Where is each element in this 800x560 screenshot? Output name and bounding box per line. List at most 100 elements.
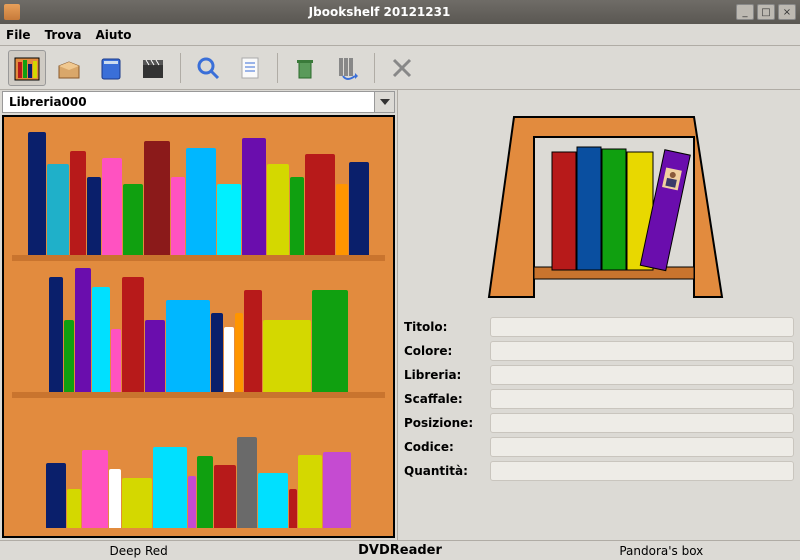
shelf-book[interactable] xyxy=(111,329,121,392)
shelf-book[interactable] xyxy=(92,287,110,391)
toolbar xyxy=(0,46,800,90)
shelf-book[interactable] xyxy=(211,313,223,391)
status-center: DVDReader xyxy=(269,543,530,558)
shelf-book[interactable] xyxy=(109,469,121,528)
shelf-book[interactable] xyxy=(258,473,288,528)
shelf-book[interactable] xyxy=(144,141,170,256)
menu-file[interactable]: File xyxy=(6,28,31,42)
details-form: Titolo: Colore: Libreria: Scaffale: Posi… xyxy=(404,317,794,481)
shelf-book[interactable] xyxy=(214,465,236,528)
shelf-book[interactable] xyxy=(336,184,348,256)
status-right: Pandora's box xyxy=(531,544,792,558)
label-colore: Colore: xyxy=(404,344,484,358)
toolbar-search-button[interactable] xyxy=(189,50,227,86)
shelf-book[interactable] xyxy=(70,151,86,255)
shelf-row xyxy=(12,398,385,528)
shelf-book[interactable] xyxy=(102,158,122,256)
book-icon xyxy=(97,54,125,82)
shelf-book[interactable] xyxy=(237,437,257,528)
shelf-book[interactable] xyxy=(47,164,69,255)
shelf-book[interactable] xyxy=(323,452,351,528)
shelf-book[interactable] xyxy=(298,455,322,528)
shelf-row xyxy=(12,261,385,397)
close-button[interactable]: × xyxy=(778,4,796,20)
shelf-book[interactable] xyxy=(122,277,144,392)
field-codice[interactable] xyxy=(490,437,794,457)
status-left: Deep Red xyxy=(8,544,269,558)
field-colore[interactable] xyxy=(490,341,794,361)
toolbar-delete-button[interactable] xyxy=(383,50,421,86)
shelf-book[interactable] xyxy=(235,313,243,391)
shelf-book[interactable] xyxy=(87,177,101,255)
toolbar-book-button[interactable] xyxy=(92,50,130,86)
shelf-book[interactable] xyxy=(75,268,91,392)
shelf-book[interactable] xyxy=(224,327,234,392)
shelf-book[interactable] xyxy=(166,300,210,391)
shelf-book[interactable] xyxy=(349,162,369,256)
library-icon xyxy=(13,54,41,82)
shelf-book[interactable] xyxy=(263,320,311,392)
box-icon xyxy=(55,54,83,82)
field-libreria[interactable] xyxy=(490,365,794,385)
toolbar-box-button[interactable] xyxy=(50,50,88,86)
shelf-book[interactable] xyxy=(123,184,143,256)
status-bar: Deep Red DVDReader Pandora's box xyxy=(0,540,800,560)
search-icon xyxy=(194,54,222,82)
toolbar-library-button[interactable] xyxy=(8,50,46,86)
label-posizione: Posizione: xyxy=(404,416,484,430)
toolbar-clapper-button[interactable] xyxy=(134,50,172,86)
shelf-book[interactable] xyxy=(290,177,304,255)
toolbar-return-button[interactable] xyxy=(328,50,366,86)
app-icon xyxy=(4,4,20,20)
shelf-book[interactable] xyxy=(188,476,196,528)
shelf-book[interactable] xyxy=(122,478,152,528)
shelf-book[interactable] xyxy=(217,184,241,256)
shelf-book[interactable] xyxy=(153,447,187,528)
field-posizione[interactable] xyxy=(490,413,794,433)
shelf-row xyxy=(12,125,385,261)
maximize-button[interactable]: □ xyxy=(757,4,775,20)
window-title: Jbookshelf 20121231 xyxy=(26,5,733,19)
toolbar-separator xyxy=(180,53,181,83)
shelf-book[interactable] xyxy=(171,177,185,255)
shelf-book[interactable] xyxy=(49,277,63,392)
field-scaffale[interactable] xyxy=(490,389,794,409)
minimize-button[interactable]: _ xyxy=(736,4,754,20)
toolbar-trash-button[interactable] xyxy=(286,50,324,86)
menu-aiuto[interactable]: Aiuto xyxy=(96,28,132,42)
shelf-book[interactable] xyxy=(267,164,289,255)
label-libreria: Libreria: xyxy=(404,368,484,382)
chevron-down-icon xyxy=(380,99,390,105)
field-titolo[interactable] xyxy=(490,317,794,337)
menu-bar: File Trova Aiuto xyxy=(0,24,800,46)
label-quantita: Quantità: xyxy=(404,464,484,478)
field-quantita[interactable] xyxy=(490,461,794,481)
library-select-arrow[interactable] xyxy=(374,92,394,112)
shelf-book[interactable] xyxy=(28,132,46,256)
trash-icon xyxy=(291,54,319,82)
shelf-book[interactable] xyxy=(46,463,66,528)
shelf-book[interactable] xyxy=(242,138,266,255)
shelf-book[interactable] xyxy=(289,489,297,528)
preview-shelf xyxy=(404,94,794,309)
shelf-book[interactable] xyxy=(312,290,348,392)
shelf-book[interactable] xyxy=(64,320,74,392)
shelf-book[interactable] xyxy=(67,489,81,528)
label-titolo: Titolo: xyxy=(404,320,484,334)
label-scaffale: Scaffale: xyxy=(404,392,484,406)
clapperboard-icon xyxy=(139,54,167,82)
shelf-book[interactable] xyxy=(145,320,165,392)
shelf-book[interactable] xyxy=(305,154,335,256)
library-select[interactable]: Libreria000 xyxy=(2,91,395,113)
bookshelf-view[interactable] xyxy=(2,115,395,538)
toolbar-separator xyxy=(374,53,375,83)
shelf-book[interactable] xyxy=(197,456,213,528)
shelf-book[interactable] xyxy=(244,290,262,392)
toolbar-separator xyxy=(277,53,278,83)
toolbar-edit-button[interactable] xyxy=(231,50,269,86)
menu-trova[interactable]: Trova xyxy=(45,28,82,42)
library-select-value: Libreria000 xyxy=(3,92,374,112)
shelf-book[interactable] xyxy=(186,148,216,255)
shelf-book[interactable] xyxy=(82,450,108,528)
return-icon xyxy=(333,54,361,82)
